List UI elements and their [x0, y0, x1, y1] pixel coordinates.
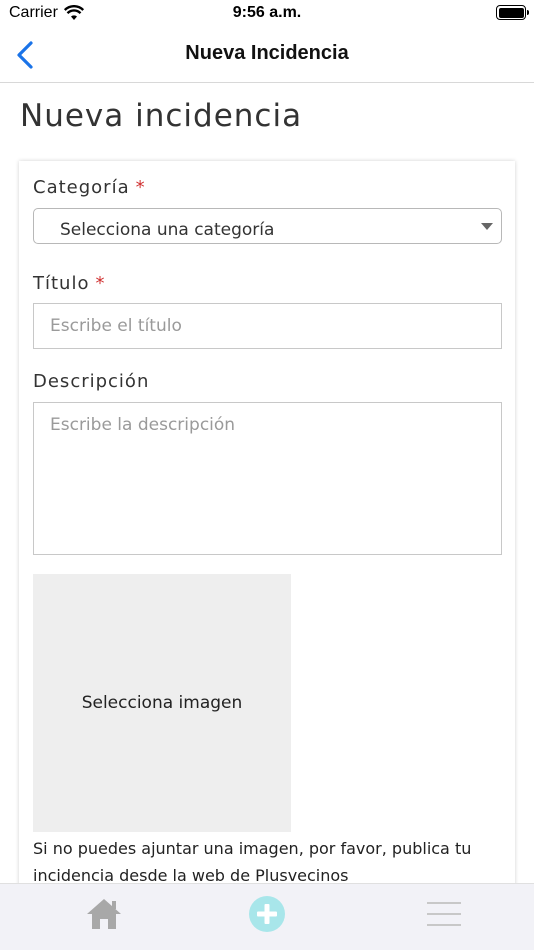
- tab-add[interactable]: [237, 892, 297, 936]
- navigation-bar: Nueva Incidencia: [0, 28, 534, 83]
- page-title: Nueva incidencia: [20, 98, 303, 134]
- select-image-button[interactable]: Selecciona imagen: [33, 574, 291, 832]
- select-image-label: Selecciona imagen: [81, 693, 243, 713]
- required-mark: *: [95, 273, 106, 294]
- category-select-value: Selecciona una categoría: [60, 220, 275, 240]
- help-text: Si no puedes ajuntar una imagen, por fav…: [33, 839, 472, 885]
- title-label: Título *: [33, 273, 105, 294]
- description-textarea[interactable]: [33, 402, 502, 555]
- tab-bar: [0, 883, 534, 950]
- tab-menu[interactable]: [414, 892, 474, 936]
- caret-down-icon: [481, 223, 493, 230]
- battery-icon: [496, 5, 529, 20]
- hamburger-menu-icon: [427, 902, 461, 926]
- category-label: Categoría *: [33, 177, 146, 198]
- title-input[interactable]: [33, 303, 502, 349]
- status-time: 9:56 a.m.: [232, 4, 302, 21]
- category-label-text: Categoría: [33, 177, 130, 198]
- nav-title: Nueva Incidencia: [185, 42, 349, 64]
- status-bar: Carrier 9:56 a.m.: [0, 0, 534, 28]
- title-label-text: Título: [33, 273, 90, 294]
- required-mark: *: [135, 177, 146, 198]
- home-icon: [87, 899, 121, 929]
- tab-home[interactable]: [74, 892, 134, 936]
- description-label: Descripción: [33, 371, 150, 392]
- category-select[interactable]: Selecciona una categoría: [33, 208, 502, 244]
- plus-circle-icon: [249, 896, 285, 932]
